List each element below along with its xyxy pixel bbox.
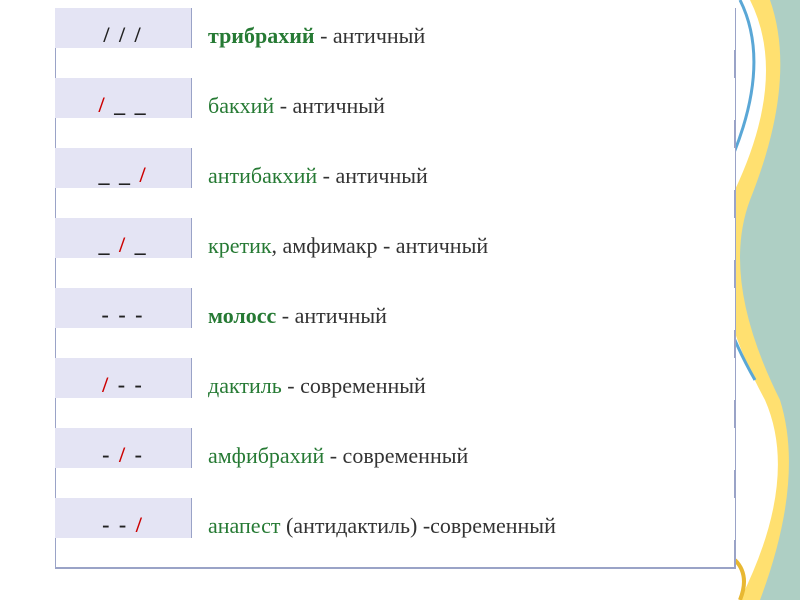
pattern-mark: - <box>127 442 144 467</box>
meter-name: антибакхий <box>208 163 317 188</box>
meter-category: - античный <box>315 23 426 48</box>
pattern-mark: _ <box>98 232 119 257</box>
description-cell: антибакхий - античный <box>192 148 735 190</box>
pattern-mark: - - <box>102 512 136 537</box>
meter-name: амфибрахий <box>208 443 324 468</box>
meter-name: трибрахий <box>208 23 315 48</box>
meter-category: - античный <box>317 163 428 188</box>
pattern-mark: _ _ <box>98 162 139 187</box>
table-row: - / -амфибрахий - современный <box>55 428 735 498</box>
meter-table: / / /трибрахий - античный/ _ _бакхий - а… <box>55 8 736 569</box>
stress-mark: / <box>119 232 127 257</box>
stress-mark: / <box>119 442 127 467</box>
pattern-mark: _ <box>127 232 148 257</box>
pattern-mark: _ _ <box>107 92 148 117</box>
table-row: - - /анапест (антидактиль) -современный <box>55 498 735 568</box>
meter-category: - современный <box>282 373 426 398</box>
stress-mark: / <box>139 162 147 187</box>
description-cell: кретик, амфимакр - античный <box>192 218 735 260</box>
meter-name: дактиль <box>208 373 282 398</box>
table-row: _ _ /антибакхий - античный <box>55 148 735 218</box>
meter-extra: (антидактиль) <box>280 513 417 538</box>
meter-extra: , амфимакр <box>272 233 378 258</box>
pattern-cell: / _ _ <box>55 78 192 118</box>
pattern-cell: - - / <box>55 498 192 538</box>
pattern-mark: / / / <box>103 22 142 47</box>
pattern-cell: _ / _ <box>55 218 192 258</box>
meter-category: - современный <box>324 443 468 468</box>
description-cell: бакхий - античный <box>192 78 735 120</box>
table-row: / _ _бакхий - античный <box>55 78 735 148</box>
meter-category: - античный <box>274 93 385 118</box>
description-cell: амфибрахий - современный <box>192 428 735 470</box>
pattern-cell: / / / <box>55 8 192 48</box>
meter-category: - античный <box>377 233 488 258</box>
pattern-mark: - - - <box>102 302 145 327</box>
meter-name: бакхий <box>208 93 274 118</box>
table-row: - - - молосс - античный <box>55 288 735 358</box>
meter-category: - античный <box>276 303 387 328</box>
table-row: / / / трибрахий - античный <box>55 8 735 78</box>
pattern-mark: - <box>102 442 119 467</box>
meter-name: молосс <box>208 303 276 328</box>
slide: / / /трибрахий - античный/ _ _бакхий - а… <box>0 0 800 600</box>
description-cell: молосс - античный <box>192 288 735 330</box>
pattern-cell: - - - <box>55 288 192 328</box>
stress-mark: / <box>98 92 106 117</box>
description-cell: трибрахий - античный <box>192 8 735 50</box>
pattern-cell: - / - <box>55 428 192 468</box>
pattern-cell: _ _ / <box>55 148 192 188</box>
pattern-cell: / - - <box>55 358 192 398</box>
description-cell: анапест (антидактиль) -современный <box>192 498 735 540</box>
table-row: _ / _кретик, амфимакр - античный <box>55 218 735 288</box>
meter-name: анапест <box>208 513 280 538</box>
stress-mark: / <box>136 512 144 537</box>
pattern-mark: - - <box>110 372 144 397</box>
meter-category: -современный <box>417 513 556 538</box>
table-row: / - -дактиль - современный <box>55 358 735 428</box>
meter-name: кретик <box>208 233 272 258</box>
description-cell: дактиль - современный <box>192 358 735 400</box>
